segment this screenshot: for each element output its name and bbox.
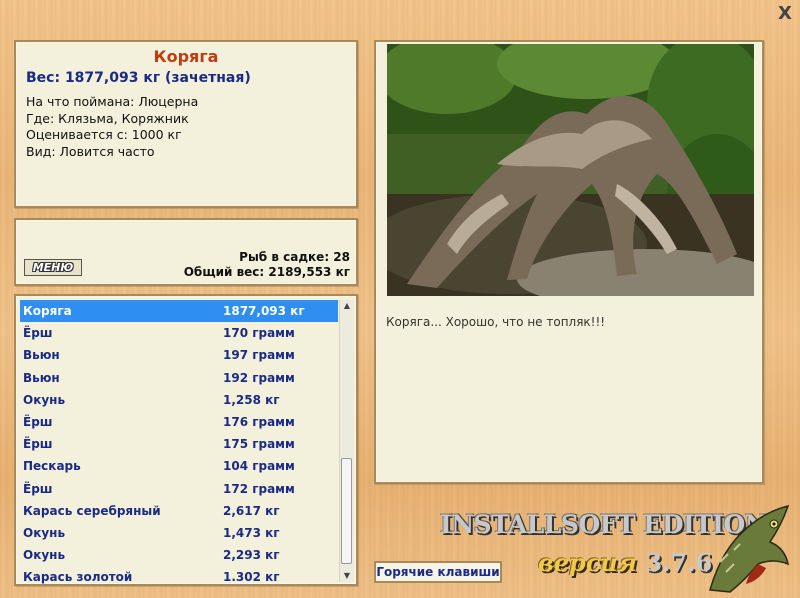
chevron-down-icon[interactable]: ▼ <box>340 570 354 582</box>
list-item[interactable]: Окунь 2,293 кг <box>20 544 338 566</box>
list-item[interactable]: Ёрш 172 грамм <box>20 478 338 500</box>
driftwood-image <box>387 44 754 296</box>
catch-name: Пескарь <box>23 459 81 474</box>
list-item[interactable]: Ёрш 176 грамм <box>20 411 338 433</box>
catch-weight: 172 грамм <box>223 481 295 496</box>
catch-weight: 2,293 кг <box>223 548 280 563</box>
list-item[interactable]: Ёрш 170 грамм <box>20 322 338 344</box>
hotkeys-button[interactable]: Горячие клавиши <box>374 561 502 583</box>
catch-name: Ёрш <box>23 415 53 430</box>
list-item[interactable]: Карась золотой 1.302 кг <box>20 566 338 588</box>
fish-bait: На что поймана: Люцерна <box>26 94 199 109</box>
catch-name: Ёрш <box>23 481 53 496</box>
catch-weight: 176 грамм <box>223 415 295 430</box>
catch-name: Карась золотой <box>23 570 133 585</box>
chevron-up-icon[interactable]: ▲ <box>340 300 354 312</box>
catch-weight: 1,258 кг <box>223 392 280 407</box>
fish-weight: Вес: 1877,093 кг (зачетная) <box>26 70 251 86</box>
catch-weight: 197 грамм <box>223 348 295 363</box>
total-weight: Общий вес: 2189,553 кг <box>183 265 350 279</box>
trophy-panel: Коряга... Хорошо, что не топляк!!! <box>374 40 764 484</box>
list-item[interactable]: Вьюн 192 грамм <box>20 367 338 389</box>
catch-weight: 170 грамм <box>223 326 295 341</box>
catch-name: Карась серебряный <box>23 503 161 518</box>
catch-name: Ёрш <box>23 437 53 452</box>
catch-name: Окунь <box>23 392 66 407</box>
catch-list-scrollbar[interactable]: ▲ ▼ <box>339 300 354 582</box>
menu-button[interactable]: МЕНЮ <box>24 259 82 276</box>
catch-weight: 1,473 кг <box>223 525 280 540</box>
catch-name: Вьюн <box>23 370 60 385</box>
list-item[interactable]: Коряга 1877,093 кг <box>20 300 338 323</box>
catch-name: Окунь <box>23 525 66 540</box>
catch-weight: 104 грамм <box>223 459 295 474</box>
trophy-caption: Коряга... Хорошо, что не топляк!!! <box>386 315 606 329</box>
list-item[interactable]: Ёрш 175 грамм <box>20 433 338 455</box>
catch-weight: 175 грамм <box>223 437 295 452</box>
close-icon: X <box>778 3 792 24</box>
brand-version: версия 3.7.6 <box>538 548 712 577</box>
trophy-photo <box>387 44 754 296</box>
list-item[interactable]: Окунь 1,473 кг <box>20 522 338 544</box>
catch-name: Вьюн <box>23 348 60 363</box>
list-item[interactable]: Пескарь 104 грамм <box>20 455 338 477</box>
catch-name: Ёрш <box>23 326 53 341</box>
fish-name: Коряга <box>153 47 219 66</box>
fish-kind: Вид: Ловится часто <box>26 143 155 159</box>
scroll-thumb[interactable] <box>341 458 352 564</box>
close-button[interactable]: X <box>775 4 795 24</box>
catch-weight: 1877,093 кг <box>223 304 305 319</box>
fish-count: Рыб в садке: 28 <box>239 250 350 264</box>
version-word: версия <box>538 548 637 577</box>
catch-weight: 192 грамм <box>223 370 295 385</box>
stats-panel: МЕНЮ Рыб в садке: 28 Общий вес: 2189,553… <box>14 218 358 286</box>
catch-name: Коряга <box>23 304 72 319</box>
catch-list-panel: Коряга 1877,093 кг Ёрш 170 грамм Вьюн 197 г… <box>14 294 358 586</box>
list-item[interactable]: Окунь 1,258 кг <box>20 389 338 411</box>
catch-weight: 1.302 кг <box>223 570 280 585</box>
catch-list: Коряга 1877,093 кг Ёрш 170 грамм Вьюн 197 г… <box>20 300 338 588</box>
list-item[interactable]: Вьюн 197 грамм <box>20 344 338 366</box>
list-item[interactable]: Карась серебряный 2,617 кг <box>20 500 338 522</box>
fish-info-panel: Коряга Вес: 1877,093 кг (зачетная) На чт… <box>14 40 358 208</box>
catch-name: Окунь <box>23 548 66 563</box>
catch-weight: 2,617 кг <box>223 503 280 518</box>
fish-location: Где: Клязьма, Коряжник <box>26 110 189 126</box>
fish-valued-from: Оценивается с: 1000 кг <box>26 127 182 142</box>
pike-logo-icon <box>709 504 790 593</box>
stats-text: Рыб в садке: 28 Общий вес: 2189,553 кг <box>184 250 350 280</box>
